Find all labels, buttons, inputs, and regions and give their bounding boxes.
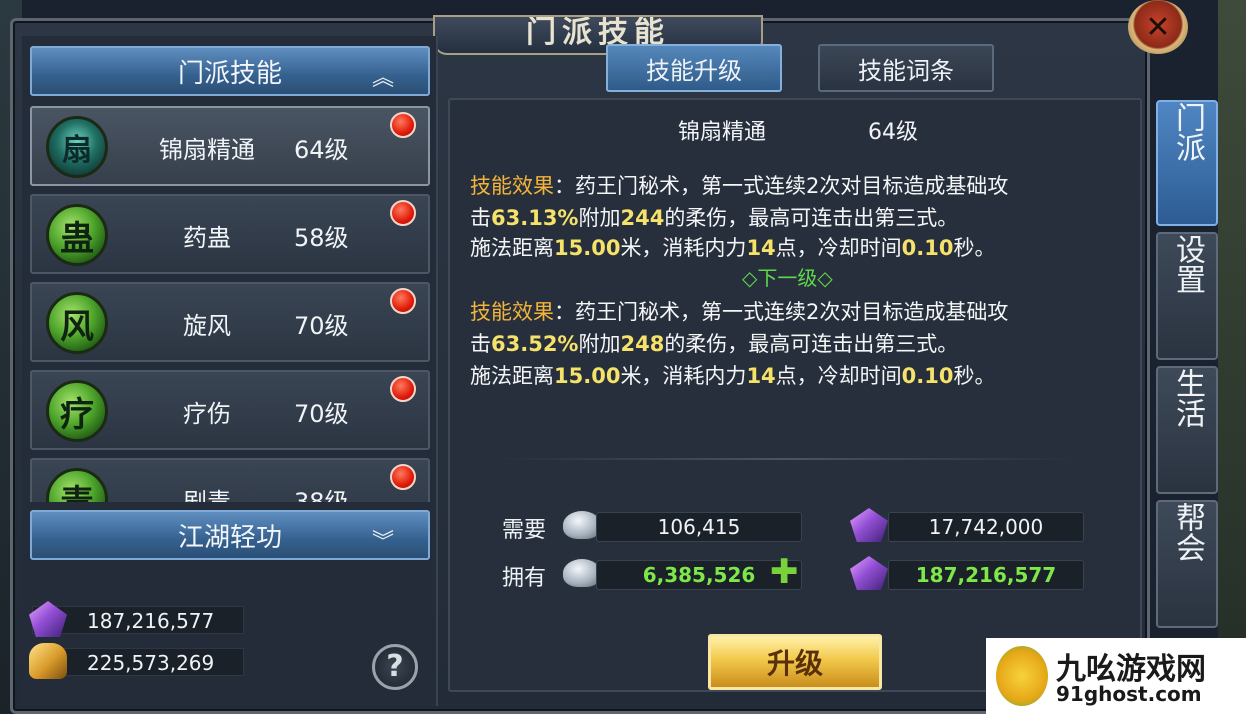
side-tab-settings-label: 设置	[1170, 234, 1205, 294]
notification-dot	[390, 288, 416, 314]
side-tab-sect[interactable]: 门派	[1156, 100, 1218, 226]
background-right-strip	[1218, 0, 1246, 640]
skill-item-jinshan[interactable]: 扇 锦扇精通 64级	[30, 106, 430, 186]
skill-name: 剧毒	[183, 488, 231, 502]
watermark-url: 91ghost.com	[1056, 682, 1202, 706]
resource-gold-row: 225,573,269	[29, 643, 244, 679]
current-effect-line-1: 技能效果：药王门秘术，第一式连续2次对目标造成基础攻	[470, 174, 1009, 198]
skill-detail-panel: 锦扇精通 64级 技能效果：药王门秘术，第一式连续2次对目标造成基础攻 击63.…	[448, 98, 1142, 692]
tab-skill-entries-label: 技能词条	[858, 56, 954, 85]
skill-list-panel: 门派技能 ︽ 扇 锦扇精通 64级 蛊 药蛊 58级 风 旋风 70级 疗 疗伤…	[22, 36, 438, 706]
skill-name: 疗伤	[183, 400, 231, 428]
skill-item-liaoshang[interactable]: 疗 疗伤 70级	[30, 370, 430, 450]
notification-dot	[390, 200, 416, 226]
skill-item-yaogu[interactable]: 蛊 药蛊 58级	[30, 194, 430, 274]
sect-skills-header[interactable]: 门派技能 ︽	[30, 46, 430, 96]
tab-skill-upgrade-label: 技能升级	[646, 56, 742, 85]
skill-level: 70级	[294, 400, 349, 428]
current-effect-line-2: 击63.13%附加244的柔伤，最高可连击出第三式。	[470, 206, 959, 230]
next-level-label: ◇下一级◇	[742, 266, 833, 290]
tab-skill-upgrade[interactable]: 技能升级	[606, 44, 782, 92]
have-gem-value: 187,216,577	[888, 560, 1084, 590]
resource-gold-value: 225,573,269	[87, 651, 215, 675]
poison-skill-icon: 毒	[46, 468, 108, 502]
have-label: 拥有	[502, 566, 547, 591]
purple-gem-icon	[850, 508, 888, 542]
side-tab-sect-label: 门派	[1170, 102, 1205, 162]
tab-skill-entries[interactable]: 技能词条	[818, 44, 994, 92]
divider	[496, 458, 1076, 460]
help-button[interactable]: ?	[372, 644, 418, 690]
side-tab-life[interactable]: 生活	[1156, 366, 1218, 494]
qinggong-header[interactable]: 江湖轻功 ︾	[30, 510, 430, 560]
heal-skill-icon: 疗	[46, 380, 108, 442]
purple-gem-icon	[29, 601, 67, 637]
notification-dot	[390, 464, 416, 490]
notification-dot	[390, 112, 416, 138]
need-gem-value: 17,742,000	[888, 512, 1084, 542]
resource-gem-row: 187,216,577	[29, 601, 244, 637]
purple-gem-icon	[850, 556, 888, 590]
skill-level: 38级	[294, 488, 349, 502]
skill-name: 药蛊	[183, 224, 231, 252]
side-tab-life-label: 生活	[1170, 368, 1205, 428]
sect-skills-label: 门派技能	[177, 58, 282, 89]
next-effect-line-1: 技能效果：药王门秘术，第一式连续2次对目标造成基础攻	[470, 300, 1009, 324]
expand-down-icon: ︾	[371, 530, 394, 555]
qinggong-label: 江湖轻功	[177, 522, 282, 553]
skill-item-judu[interactable]: 毒 剧毒 38级	[30, 458, 430, 502]
side-tab-settings[interactable]: 设置	[1156, 232, 1218, 360]
need-silver-value: 106,415	[596, 512, 802, 542]
site-watermark: 九吆游戏网 91ghost.com	[986, 638, 1246, 714]
gold-ingot-icon	[29, 643, 67, 679]
side-tab-guild-label: 帮会	[1170, 502, 1205, 562]
site-logo-icon	[996, 646, 1048, 706]
collapse-up-icon: ︽	[371, 66, 394, 91]
skill-name: 锦扇精通	[159, 136, 255, 164]
need-label: 需要	[502, 518, 547, 543]
wind-skill-icon: 风	[46, 292, 108, 354]
detail-skill-level: 64级	[868, 120, 918, 145]
close-button[interactable]: ✕	[1128, 0, 1188, 54]
close-icon: ✕	[1145, 9, 1171, 45]
upgrade-button[interactable]: 升级	[708, 634, 882, 690]
next-effect-line-3: 施法距离15.00米，消耗内力14点，冷却时间0.10秒。	[470, 364, 996, 388]
add-silver-button[interactable]: ✚	[770, 552, 799, 592]
upgrade-button-label: 升级	[766, 647, 823, 680]
side-tab-guild[interactable]: 帮会	[1156, 500, 1218, 628]
skill-list: 扇 锦扇精通 64级 蛊 药蛊 58级 风 旋风 70级 疗 疗伤 70级 毒 …	[30, 104, 430, 502]
skill-level: 64级	[294, 136, 349, 164]
resource-gem-value: 187,216,577	[87, 609, 215, 633]
skill-item-xuanfeng[interactable]: 风 旋风 70级	[30, 282, 430, 362]
current-effect-line-3: 施法距离15.00米，消耗内力14点，冷却时间0.10秒。	[470, 236, 996, 260]
gu-skill-icon: 蛊	[46, 204, 108, 266]
skill-name: 旋风	[183, 312, 231, 340]
notification-dot	[390, 376, 416, 402]
fan-skill-icon: 扇	[46, 116, 108, 178]
question-icon: ?	[386, 649, 404, 684]
skill-level: 58级	[294, 224, 349, 252]
skill-level: 70级	[294, 312, 349, 340]
detail-skill-name: 锦扇精通	[678, 120, 767, 145]
next-effect-line-2: 击63.52%附加248的柔伤，最高可连击出第三式。	[470, 332, 959, 356]
